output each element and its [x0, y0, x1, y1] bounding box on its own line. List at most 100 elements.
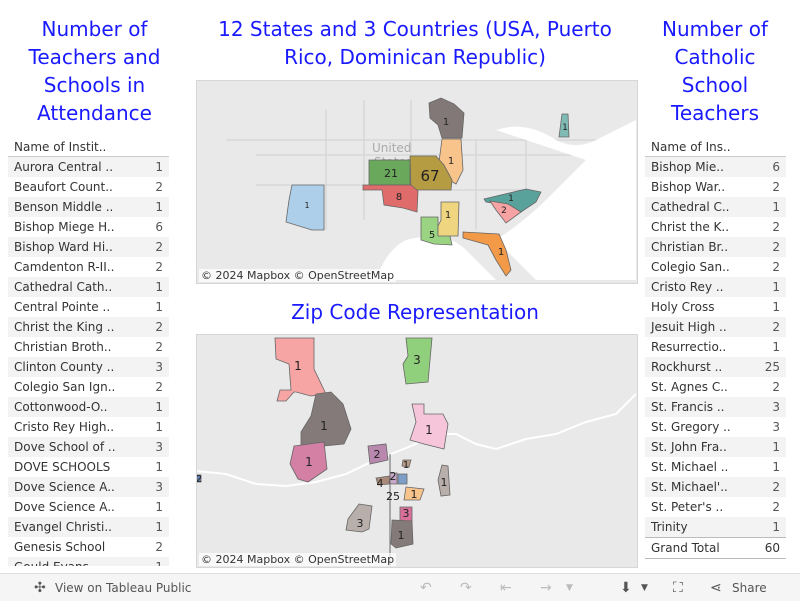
redo-icon[interactable]: ↷ [460, 579, 472, 597]
pause-dropdown-icon[interactable]: ▼ [566, 579, 573, 597]
region-label: 2 [374, 448, 381, 461]
region-label: 1 [508, 194, 514, 204]
region-label: 21 [384, 167, 398, 180]
map-region[interactable] [362, 184, 419, 213]
table-row[interactable]: DOVE SCHOOLS 1 [8, 457, 169, 477]
row-value: 1 [155, 200, 163, 214]
row-name: Evangel Christi.. [14, 520, 112, 534]
row-value: 1 [155, 160, 163, 174]
state-map[interactable]: UnitedStates 11672181511121 © 2024 Mapbo… [196, 80, 638, 284]
row-name: Cathedral Cath.. [14, 280, 113, 294]
table-row[interactable]: Bishop War.. 2 [645, 177, 786, 197]
table-row[interactable]: Cathedral Cath.. 1 [8, 277, 169, 297]
row-name: St. John Fra.. [651, 440, 727, 454]
row-name: Resurrectio.. [651, 340, 727, 354]
table-row[interactable]: Holy Cross 1 [645, 297, 786, 317]
table-row[interactable]: St. John Fra.. 1 [645, 437, 786, 457]
right-table-header[interactable]: Name of Ins.. [645, 136, 786, 157]
zip-map[interactable]: 13111212425131132 © 2024 Mapbox © OpenSt… [196, 334, 638, 568]
region-label: 1 [441, 476, 448, 489]
table-row[interactable]: Bishop Miege H.. 6 [8, 217, 169, 237]
table-row[interactable]: St. Peter's .. 2 [645, 497, 786, 517]
row-value: 2 [155, 340, 163, 354]
table-row[interactable]: Aurora Central .. 1 [8, 157, 169, 177]
region-label: 25 [386, 490, 400, 503]
table-row[interactable]: Clinton County .. 3 [8, 357, 169, 377]
table-row[interactable]: Colegio San Ign.. 2 [8, 377, 169, 397]
share-icon[interactable]: ⋖ [710, 579, 722, 597]
table-row[interactable]: Camdenton R-II.. 2 [8, 257, 169, 277]
table-row[interactable]: Dove Science A.. 1 [8, 497, 169, 517]
table-row[interactable]: St. Michael .. 1 [645, 457, 786, 477]
map-attribution[interactable]: © 2024 Mapbox © OpenStreetMap [199, 269, 397, 282]
table-row[interactable]: Jesuit High .. 2 [645, 317, 786, 337]
row-value: 2 [772, 480, 780, 494]
table-row[interactable]: Christian Br.. 2 [645, 237, 786, 257]
undo-icon[interactable]: ↶ [420, 579, 432, 597]
row-name: Central Pointe .. [14, 300, 111, 314]
state-map-canvas[interactable]: UnitedStates 11672181511121 [197, 81, 637, 283]
row-name: St. Gregory .. [651, 420, 731, 434]
table-row[interactable]: Rockhurst .. 25 [645, 357, 786, 377]
table-row[interactable]: Christ the K.. 2 [645, 217, 786, 237]
region-label: 1 [320, 419, 328, 433]
row-name: Beaufort Count.. [14, 180, 113, 194]
map-region[interactable] [397, 473, 408, 485]
row-name: St. Francis .. [651, 400, 725, 414]
row-name: Cristo Rey High.. [14, 420, 115, 434]
row-value: 1 [155, 557, 163, 566]
row-value: 1 [155, 420, 163, 434]
table-row[interactable]: Dove Science A.. 3 [8, 477, 169, 497]
table-row[interactable]: St. Gregory .. 3 [645, 417, 786, 437]
table-row[interactable]: Bishop Mie.. 6 [645, 157, 786, 177]
table-row[interactable]: Colegio San.. 2 [645, 257, 786, 277]
table-row[interactable]: Christian Broth.. 2 [8, 337, 169, 357]
grand-total-value: 60 [764, 541, 780, 555]
row-value: 6 [772, 160, 780, 174]
table-row[interactable]: Cottonwood-O.. 1 [8, 397, 169, 417]
table-row[interactable]: Trinity 1 [645, 517, 786, 537]
row-name: Cathedral C.. [651, 200, 730, 214]
table-row[interactable]: Benson Middle .. 1 [8, 197, 169, 217]
table-row[interactable]: Cristo Rey High.. 1 [8, 417, 169, 437]
row-value: 1 [772, 520, 780, 534]
tableau-icon: ✣ [34, 580, 46, 596]
row-name: Trinity [651, 520, 688, 534]
zip-map-canvas[interactable]: 13111212425131132 [197, 335, 637, 567]
refresh-icon[interactable]: → [540, 579, 552, 597]
row-name: Gould Evans .. [14, 557, 100, 566]
table-row[interactable]: Dove School of .. 3 [8, 437, 169, 457]
table-row[interactable]: Bishop Ward Hi.. 2 [8, 237, 169, 257]
download-icon[interactable]: ⬇ [620, 579, 632, 597]
table-row[interactable]: Central Pointe .. 1 [8, 297, 169, 317]
region-label: 3 [403, 507, 410, 520]
share-button[interactable]: Share [732, 579, 767, 597]
table-row[interactable]: St. Agnes C.. 2 [645, 377, 786, 397]
revert-icon[interactable]: ⇤ [500, 579, 512, 597]
row-value: 1 [155, 500, 163, 514]
table-row[interactable]: Beaufort Count.. 2 [8, 177, 169, 197]
row-value: 1 [155, 520, 163, 534]
table-row[interactable]: Gould Evans .. 1 [8, 557, 169, 566]
view-on-tableau-link[interactable]: View on Tableau Public [55, 579, 191, 597]
table-row[interactable]: Cristo Rey .. 1 [645, 277, 786, 297]
table-row[interactable]: Resurrectio.. 1 [645, 337, 786, 357]
table-row[interactable]: Christ the King .. 2 [8, 317, 169, 337]
region-label: 1 [294, 359, 302, 373]
region-label: 8 [396, 192, 402, 203]
table-row[interactable]: Evangel Christi.. 1 [8, 517, 169, 537]
table-row[interactable]: St. Michael'.. 2 [645, 477, 786, 497]
row-name: St. Agnes C.. [651, 380, 728, 394]
table-row[interactable]: St. Francis .. 3 [645, 397, 786, 417]
table-row[interactable]: Cathedral C.. 1 [645, 197, 786, 217]
row-value: 2 [155, 240, 163, 254]
row-value: 3 [772, 400, 780, 414]
table-row[interactable]: Genesis School 2 [8, 537, 169, 557]
row-name: Colegio San Ign.. [14, 380, 116, 394]
row-value: 2 [772, 260, 780, 274]
download-dropdown-icon[interactable]: ▼ [641, 579, 648, 597]
map-attribution[interactable]: © 2024 Mapbox © OpenStreetMap [199, 553, 397, 566]
left-table-header[interactable]: Name of Instit.. [8, 136, 169, 157]
row-name: Dove Science A.. [14, 500, 115, 514]
fullscreen-icon[interactable]: ⛶ [673, 579, 683, 597]
